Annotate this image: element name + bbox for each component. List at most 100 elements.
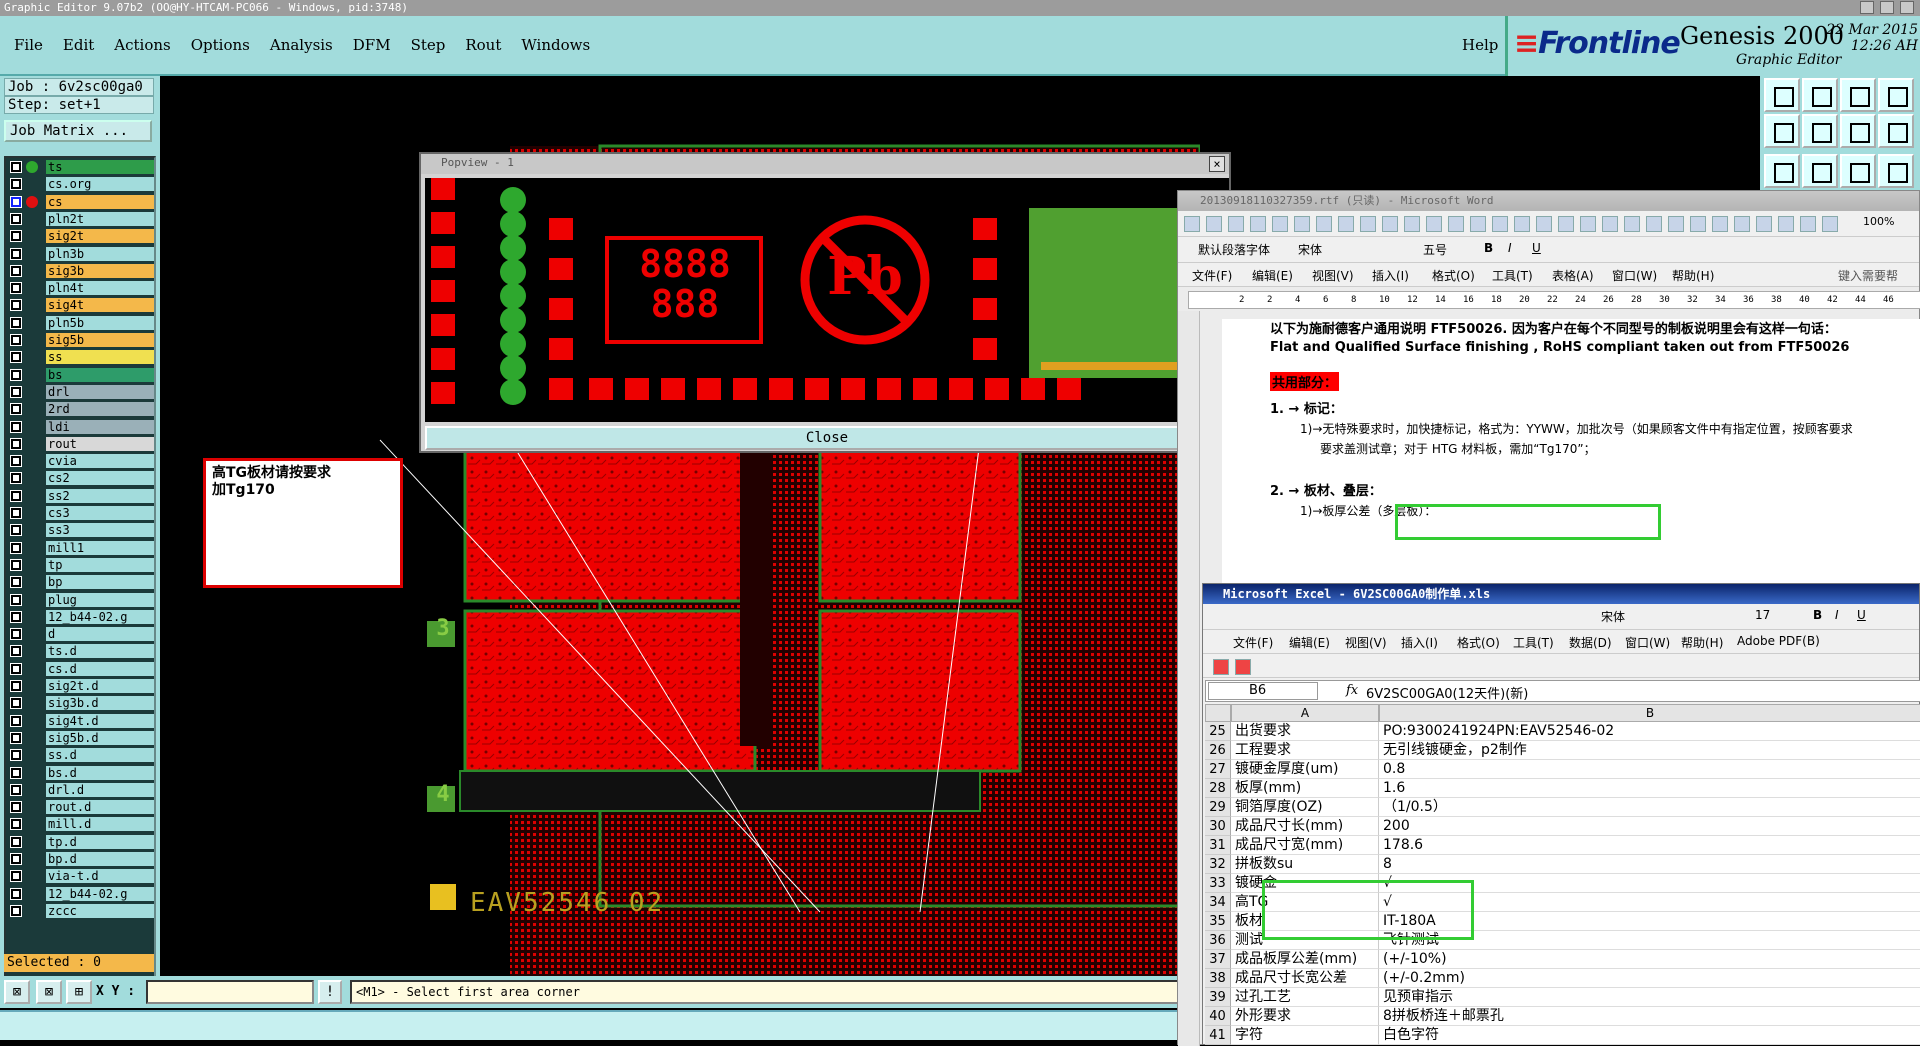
tool-icon-5[interactable] [1764,114,1800,148]
row-number[interactable]: 30 [1205,817,1231,836]
cell-a[interactable]: 出货要求 [1231,722,1379,741]
size-dropdown[interactable]: 五号 [1423,241,1447,258]
word-menu-item[interactable]: 表格(A) [1552,267,1594,284]
layer-checkbox[interactable] [10,835,22,848]
layer-row[interactable]: ts.d [8,644,154,659]
layer-checkbox[interactable] [10,904,22,917]
menu-windows[interactable]: Windows [511,36,600,54]
layer-checkbox[interactable] [10,801,22,814]
layer-name[interactable]: sig3b.d [46,696,154,711]
excel-menu-item[interactable]: 窗口(W) [1625,634,1670,651]
tool-icon-7[interactable] [1840,114,1876,148]
word-toolbar-icon[interactable] [1580,216,1596,232]
layer-row[interactable]: sig5b.d [8,730,154,745]
layer-name[interactable]: sig2t [46,229,154,244]
layer-checkbox[interactable] [10,662,22,675]
layer-checkbox[interactable] [10,437,22,450]
row-number[interactable]: 39 [1205,988,1231,1007]
word-toolbar-icon[interactable] [1558,216,1574,232]
layer-name[interactable]: sig5b [46,333,154,347]
layer-name[interactable]: ldi [46,419,154,434]
word-toolbar-icon[interactable] [1624,216,1640,232]
fx-icon[interactable]: fx [1346,683,1358,698]
layer-checkbox[interactable] [10,680,22,692]
row-number[interactable]: 27 [1205,760,1231,779]
layer-name[interactable]: ts.d [46,644,154,659]
layer-checkbox[interactable] [10,230,22,243]
cell-b[interactable]: (+/-0.2mm) [1379,969,1920,988]
layer-row[interactable]: ss2 [8,488,154,503]
word-toolbar-icon[interactable] [1448,216,1464,232]
table-row[interactable]: 38 成品尺寸长宽公差 (+/-0.2mm) [1205,969,1920,988]
cell-a[interactable]: 工程要求 [1231,741,1379,760]
layer-name[interactable]: sig5b.d [46,730,154,745]
layer-row[interactable]: bp.d [8,852,154,866]
table-row[interactable]: 41 字符 白色字符 [1205,1026,1920,1045]
cell-b[interactable]: (+/-10%) [1379,950,1920,969]
tool-icon-8[interactable] [1878,114,1914,148]
layer-name[interactable]: cs.d [46,661,154,676]
layer-checkbox[interactable] [10,593,22,606]
tool-icon-3[interactable] [1840,78,1876,112]
word-toolbar-icon[interactable] [1470,216,1486,232]
layer-row[interactable]: cs.org [8,177,154,192]
corner-cell[interactable] [1205,704,1231,722]
layer-name[interactable]: pln5b [46,315,154,330]
cell-b[interactable]: 0.8 [1379,760,1920,779]
layer-name[interactable]: bs.d [46,765,154,780]
row-number[interactable]: 36 [1205,931,1231,950]
layer-row[interactable]: rout [8,436,154,451]
row-number[interactable]: 34 [1205,893,1231,912]
layer-name[interactable]: tp.d [46,834,154,849]
layer-row[interactable]: mill.d [8,817,154,832]
cell-a[interactable]: 外形要求 [1231,1007,1379,1026]
layer-name[interactable]: bs [46,367,154,382]
word-menu-item[interactable]: 工具(T) [1492,267,1533,284]
word-help-hint[interactable]: 键入需要帮 [1838,267,1898,284]
excel-menu-item[interactable]: 格式(O) [1457,634,1500,651]
layer-row[interactable]: cs.d [8,661,154,676]
layer-checkbox[interactable] [10,299,22,312]
table-row[interactable]: 27 镀硬金厚度(um) 0.8 [1205,760,1920,779]
layer-row[interactable]: cs2 [8,471,154,486]
popview-close-button[interactable]: Close [425,426,1229,450]
layer-checkbox[interactable] [10,420,22,433]
layer-checkbox[interactable] [10,178,22,191]
word-toolbar-icon[interactable] [1646,216,1662,232]
xy-coordinate-input[interactable] [146,980,314,1004]
layer-checkbox[interactable] [10,351,22,364]
layer-row[interactable]: tp.d [8,834,154,849]
word-toolbar-icon[interactable] [1206,216,1222,232]
row-number[interactable]: 33 [1205,874,1231,893]
underline-button[interactable]: U [1532,241,1541,255]
layer-name[interactable]: cvia [46,454,154,469]
cell-a[interactable]: 成品尺寸长(mm) [1231,817,1379,836]
layer-checkbox[interactable] [10,385,22,398]
cell-a[interactable]: 板厚(mm) [1231,779,1379,798]
word-menu-item[interactable]: 格式(O) [1432,267,1475,284]
word-toolbar-icon[interactable] [1778,216,1794,232]
cell-b[interactable]: 178.6 [1379,836,1920,855]
layer-name[interactable]: sig3b [46,263,154,278]
layer-checkbox[interactable] [10,455,22,468]
cell-b[interactable]: 无引线镀硬金，p2制作 [1379,741,1920,760]
pdf-email-icon[interactable] [1235,659,1251,675]
layer-row[interactable]: sig3b [8,263,154,278]
layer-name[interactable]: cs [46,194,154,209]
layer-row[interactable]: 12_b44-02.g [8,609,154,624]
col-header-b[interactable]: B [1379,704,1920,722]
layer-row[interactable]: ldi [8,419,154,434]
table-row[interactable]: 32 拼板数su 8 [1205,855,1920,874]
table-row[interactable]: 26 工程要求 无引线镀硬金，p2制作 [1205,741,1920,760]
layer-checkbox[interactable] [10,766,22,779]
layer-row[interactable]: mill1 [8,540,154,555]
word-toolbar-icon[interactable] [1800,216,1816,232]
row-number[interactable]: 41 [1205,1026,1231,1045]
table-row[interactable]: 28 板厚(mm) 1.6 [1205,779,1920,798]
layer-name[interactable]: 12_b44-02.g [46,609,154,624]
layer-name[interactable]: 2rd [46,402,154,417]
cell-b[interactable]: 200 [1379,817,1920,836]
word-toolbar-icon[interactable] [1822,216,1838,232]
layer-name[interactable]: d [46,627,154,642]
excel-menu-item[interactable]: 帮助(H) [1681,634,1723,651]
